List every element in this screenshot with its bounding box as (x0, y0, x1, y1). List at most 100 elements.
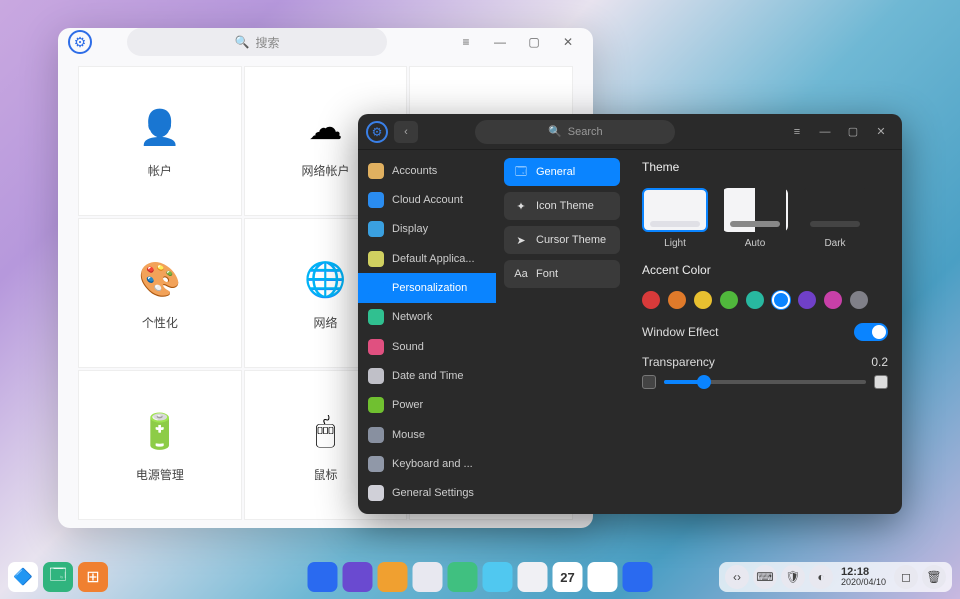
accent-swatches (642, 291, 888, 309)
sidebar-item-cloud-account[interactable]: Cloud Account (358, 185, 496, 214)
theme-thumb (802, 188, 868, 232)
dock-launcher-0[interactable]: 🔷 (8, 562, 38, 592)
light-minimize-button[interactable]: — (485, 31, 515, 53)
dock-app-7[interactable] (588, 562, 618, 592)
grid-icon: 🖱 (301, 408, 349, 456)
window-effect-toggle[interactable] (854, 323, 888, 341)
theme-name: Auto (745, 238, 766, 249)
subnav-label: Cursor Theme (536, 234, 606, 246)
light-window-titlebar: ⚙ 🔍 搜索 ≡ — ▢ ✕ (58, 28, 593, 56)
sidebar-label: Power (392, 399, 423, 411)
grid-icon: 👤 (136, 104, 184, 152)
tray-shield-icon[interactable]: 🛡 (781, 565, 805, 589)
sidebar-item-network[interactable]: Network (358, 303, 496, 332)
accent-swatch-1[interactable] (668, 291, 686, 309)
accent-swatch-6[interactable] (798, 291, 816, 309)
sidebar-icon (368, 485, 384, 501)
theme-dark[interactable]: Dark (802, 188, 868, 249)
dark-sidebar: Accounts Cloud Account Display Default Appl… (358, 150, 496, 514)
dark-search-input[interactable]: 🔍 Search (475, 120, 675, 144)
theme-auto[interactable]: Auto (722, 188, 788, 249)
accent-swatch-0[interactable] (642, 291, 660, 309)
tray-desktop-icon[interactable]: ◻ (894, 565, 918, 589)
accent-swatch-5[interactable] (772, 291, 790, 309)
theme-name: Light (664, 238, 686, 249)
sidebar-label: Accounts (392, 165, 437, 177)
tray-clock[interactable]: 12:18 2020/04/10 (837, 567, 890, 587)
theme-light[interactable]: Light (642, 188, 708, 249)
light-maximize-button[interactable]: ▢ (519, 31, 549, 53)
sidebar-item-mouse[interactable]: Mouse (358, 420, 496, 449)
dock-app-0[interactable] (308, 562, 338, 592)
grid-icon: ☁ (301, 104, 349, 152)
light-menu-button[interactable]: ≡ (451, 31, 481, 53)
tray-keyboard-icon[interactable]: ⌨ (753, 565, 777, 589)
subnav-label: Font (536, 268, 558, 280)
window-effect-label: Window Effect (642, 325, 718, 339)
personalization-subnav: 🗔 General ✦Icon Theme ➤Cursor Theme Aa Font (496, 150, 628, 514)
sidebar-item-accounts[interactable]: Accounts (358, 156, 496, 185)
sidebar-label: Keyboard and ... (392, 458, 473, 470)
dock-launcher-1[interactable]: 🗔 (43, 562, 73, 592)
sidebar-item-date-and-time[interactable]: Date and Time (358, 361, 496, 390)
sidebar-icon (368, 397, 384, 413)
dark-close-button[interactable]: ✕ (868, 122, 894, 142)
sidebar-item-sound[interactable]: Sound (358, 332, 496, 361)
subnav-cursor-theme[interactable]: ➤Cursor Theme (504, 226, 620, 254)
dark-maximize-button[interactable]: ▢ (840, 122, 866, 142)
sidebar-item-keyboard-and-[interactable]: Keyboard and ... (358, 449, 496, 478)
grid-label: 网络帐户 (301, 162, 349, 179)
dock-app-4[interactable] (448, 562, 478, 592)
dock-app-5[interactable] (483, 562, 513, 592)
back-button[interactable]: ‹ (394, 121, 418, 143)
dock-app-3[interactable] (413, 562, 443, 592)
light-close-button[interactable]: ✕ (553, 31, 583, 53)
sidebar-label: Default Applica... (392, 253, 475, 265)
tray-network-icon[interactable]: ◐ (809, 565, 833, 589)
sidebar-icon (368, 456, 384, 472)
dock-app-2[interactable] (378, 562, 408, 592)
subnav-label: General (536, 166, 575, 178)
subnav-icon: Aa (514, 267, 528, 281)
sidebar-label: Display (392, 223, 428, 235)
sidebar-item-default-applica-[interactable]: Default Applica... (358, 244, 496, 273)
dock-app-1[interactable] (343, 562, 373, 592)
subnav-icon: ✦ (514, 199, 528, 213)
accent-swatch-2[interactable] (694, 291, 712, 309)
sidebar-item-general-settings[interactable]: General Settings (358, 479, 496, 508)
sidebar-item-display[interactable]: Display (358, 215, 496, 244)
subnav-font[interactable]: Aa Font (504, 260, 620, 288)
sidebar-label: Sound (392, 341, 424, 353)
sidebar-item-personalization[interactable]: Personalization (358, 273, 496, 302)
dock-app-8[interactable] (623, 562, 653, 592)
transparency-slider[interactable] (664, 380, 866, 384)
light-search-input[interactable]: 🔍 搜索 (127, 28, 387, 56)
subnav-general[interactable]: 🗔 General (504, 158, 620, 186)
transparency-label: Transparency (642, 355, 715, 369)
settings-logo-icon: ⚙ (366, 121, 388, 143)
dark-menu-button[interactable]: ≡ (784, 122, 810, 142)
dock-calendar[interactable]: 27 (553, 562, 583, 592)
grid-cell-0[interactable]: 👤帐户 (78, 66, 242, 216)
accent-swatch-7[interactable] (824, 291, 842, 309)
dock-launcher-2[interactable]: ⊞ (78, 562, 108, 592)
sidebar-item-power[interactable]: Power (358, 391, 496, 420)
dark-minimize-button[interactable]: — (812, 122, 838, 142)
theme-thumb (642, 188, 708, 232)
subnav-icon: 🗔 (514, 165, 528, 179)
dock-app-6[interactable] (518, 562, 548, 592)
accent-swatch-8[interactable] (850, 291, 868, 309)
grid-label: 鼠标 (313, 466, 337, 483)
grid-cell-6[interactable]: 🔋电源管理 (78, 370, 242, 520)
theme-options: Light Auto Dark (642, 188, 888, 249)
grid-icon: 🌐 (301, 256, 349, 304)
search-icon: 🔍 (235, 35, 250, 49)
subnav-icon-theme[interactable]: ✦Icon Theme (504, 192, 620, 220)
slider-knob[interactable] (697, 375, 711, 389)
accent-swatch-4[interactable] (746, 291, 764, 309)
grid-cell-3[interactable]: 🎨个性化 (78, 218, 242, 368)
tray-trash-icon[interactable]: 🗑 (922, 565, 946, 589)
tray-arrows-icon[interactable]: ‹› (725, 565, 749, 589)
transparency-value: 0.2 (871, 355, 888, 369)
accent-swatch-3[interactable] (720, 291, 738, 309)
